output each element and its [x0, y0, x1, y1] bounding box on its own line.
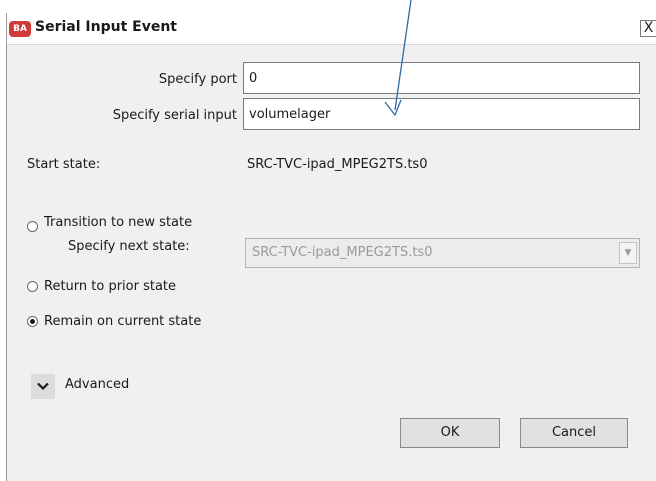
serial-input-label: Specify serial input — [112, 108, 237, 123]
title-bar[interactable]: BA Serial Input Event X — [7, 13, 656, 45]
ok-button[interactable]: OK — [400, 418, 500, 448]
return-label[interactable]: Return to prior state — [44, 279, 176, 294]
remain-label[interactable]: Remain on current state — [44, 314, 201, 329]
dialog-title: Serial Input Event — [35, 19, 177, 35]
port-label: Specify port — [158, 72, 237, 87]
dialog-window: BA Serial Input Event X Specify port Spe… — [6, 13, 656, 481]
transition-radio[interactable] — [27, 221, 38, 232]
next-state-label: Specify next state: — [68, 239, 190, 254]
serial-input-field[interactable] — [243, 98, 640, 130]
transition-label[interactable]: Transition to new state — [44, 215, 192, 230]
dropdown-arrow-icon: ▼ — [619, 242, 637, 264]
cancel-button[interactable]: Cancel — [520, 418, 628, 448]
start-state-label: Start state: — [27, 157, 101, 172]
return-radio[interactable] — [27, 281, 38, 292]
start-state-value: SRC-TVC-ipad_MPEG2TS.ts0 — [247, 157, 428, 172]
next-state-value: SRC-TVC-ipad_MPEG2TS.ts0 — [252, 245, 433, 260]
advanced-label[interactable]: Advanced — [65, 377, 129, 392]
remain-radio[interactable] — [27, 316, 38, 327]
close-icon[interactable]: X — [640, 20, 656, 37]
next-state-select: SRC-TVC-ipad_MPEG2TS.ts0 ▼ — [245, 238, 640, 268]
chevron-down-icon[interactable] — [31, 374, 55, 399]
port-input[interactable] — [243, 62, 640, 94]
app-icon: BA — [9, 21, 31, 37]
